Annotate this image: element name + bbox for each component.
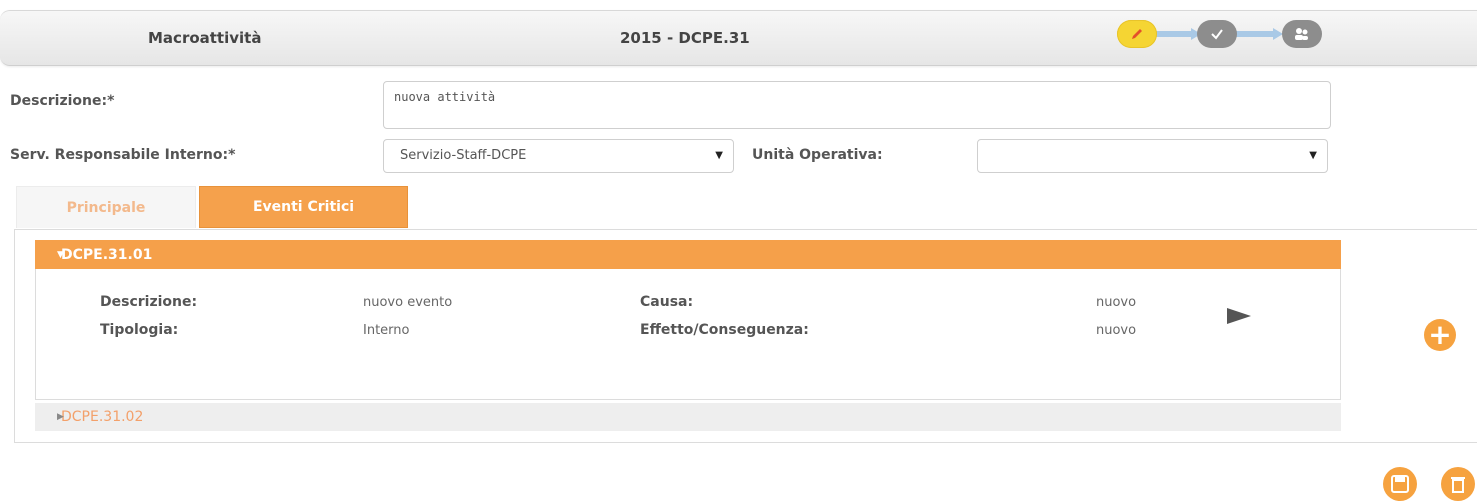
add-icon[interactable]: + <box>1424 319 1456 351</box>
dropdown-arrow-icon: ▼ <box>1309 150 1317 161</box>
workflow-connector <box>1235 28 1283 40</box>
workflow-status <box>1117 16 1332 56</box>
serv-responsabile-value: Servizio-Staff-DCPE <box>400 148 527 163</box>
dropdown-arrow-icon: ▼ <box>715 150 723 161</box>
play-icon[interactable] <box>1227 308 1251 324</box>
event-descrizione-value: nuovo evento <box>363 295 453 310</box>
serv-responsabile-label: Serv. Responsabile Interno:* <box>10 147 236 163</box>
event-accordion-header[interactable]: ▶ DCPE.31.02 <box>35 403 1341 431</box>
page-title: Macroattività <box>148 29 262 47</box>
unita-operativa-select[interactable]: ▼ <box>977 139 1328 173</box>
event-effetto-value: nuovo <box>1096 323 1137 338</box>
check-icon[interactable] <box>1197 20 1237 48</box>
event-causa-value: nuovo <box>1096 295 1137 310</box>
event-code: DCPE.31.02 <box>61 409 144 425</box>
workflow-connector <box>1153 28 1201 40</box>
event-tipologia-label: Tipologia: <box>100 322 179 338</box>
event-accordion-header[interactable]: ▼ DCPE.31.01 <box>35 240 1341 269</box>
pencil-icon[interactable] <box>1117 20 1157 48</box>
event-code: DCPE.31.01 <box>61 246 153 263</box>
caret-right-icon: ▶ <box>57 412 64 422</box>
caret-down-icon: ▼ <box>57 249 64 260</box>
descrizione-label: Descrizione:* <box>10 93 115 109</box>
descrizione-field[interactable]: nuova attività <box>383 81 1331 129</box>
tab-eventi-critici[interactable]: Eventi Critici <box>199 186 408 228</box>
tab-principale[interactable]: Principale <box>16 186 196 228</box>
unita-operativa-label: Unità Operativa: <box>752 147 883 163</box>
event-tipologia-value: Interno <box>363 323 410 338</box>
save-icon[interactable] <box>1383 467 1417 501</box>
users-icon[interactable] <box>1282 20 1322 48</box>
record-code: 2015 - DCPE.31 <box>620 29 750 47</box>
record-header: Macroattività 2015 - DCPE.31 <box>0 10 1477 66</box>
serv-responsabile-select[interactable]: Servizio-Staff-DCPE ▼ <box>383 139 734 173</box>
event-descrizione-label: Descrizione: <box>100 294 198 310</box>
event-effetto-label: Effetto/Conseguenza: <box>640 322 809 338</box>
event-causa-label: Causa: <box>640 294 694 310</box>
delete-icon[interactable] <box>1441 467 1475 501</box>
